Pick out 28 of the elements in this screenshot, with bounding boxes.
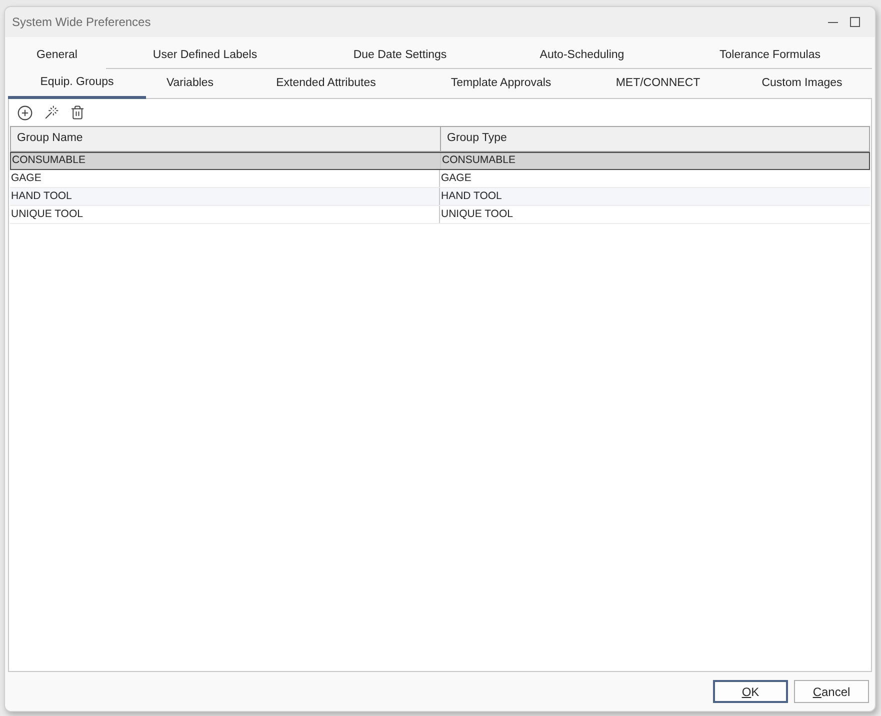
dialog-button[interactable]: Cancel [794,680,869,703]
table-cell-text: UNIQUE TOOL [10,206,83,222]
table-row[interactable]: CONSUMABLE CONSUMABLE [10,152,870,170]
maximize-button[interactable] [847,14,863,30]
wand-icon [44,105,58,120]
table-row[interactable]: UNIQUE TOOL UNIQUE TOOL [10,206,870,224]
tab[interactable]: Auto-Scheduling [496,43,668,69]
add-button[interactable] [16,104,34,122]
window-title: System Wide Preferences [12,14,151,31]
add-icon [17,104,33,120]
column-header[interactable]: Group Type [441,127,869,151]
table-cell-text: CONSUMABLE [11,153,86,168]
tab[interactable]: Due Date Settings [304,43,496,69]
column-header[interactable]: Group Name [11,127,441,151]
table-cell-text: CONSUMABLE [441,153,516,168]
table-cell-text: HAND TOOL [440,188,502,204]
table-row[interactable]: GAGE GAGE [10,170,870,188]
table-cell-text: HAND TOOL [10,188,72,204]
table-cell-text: GAGE [440,170,472,186]
table-cell-text: GAGE [10,170,42,186]
table-cell-text: UNIQUE TOOL [440,206,513,222]
tab[interactable]: General [8,43,106,69]
trash-icon [70,105,84,120]
table-row[interactable]: HAND TOOL HAND TOOL [10,188,870,206]
maximize-icon [850,17,860,27]
tab[interactable]: User Defined Labels [106,43,304,69]
dialog-button[interactable]: OK [713,680,788,703]
tab[interactable]: Tolerance Formulas [668,43,872,69]
